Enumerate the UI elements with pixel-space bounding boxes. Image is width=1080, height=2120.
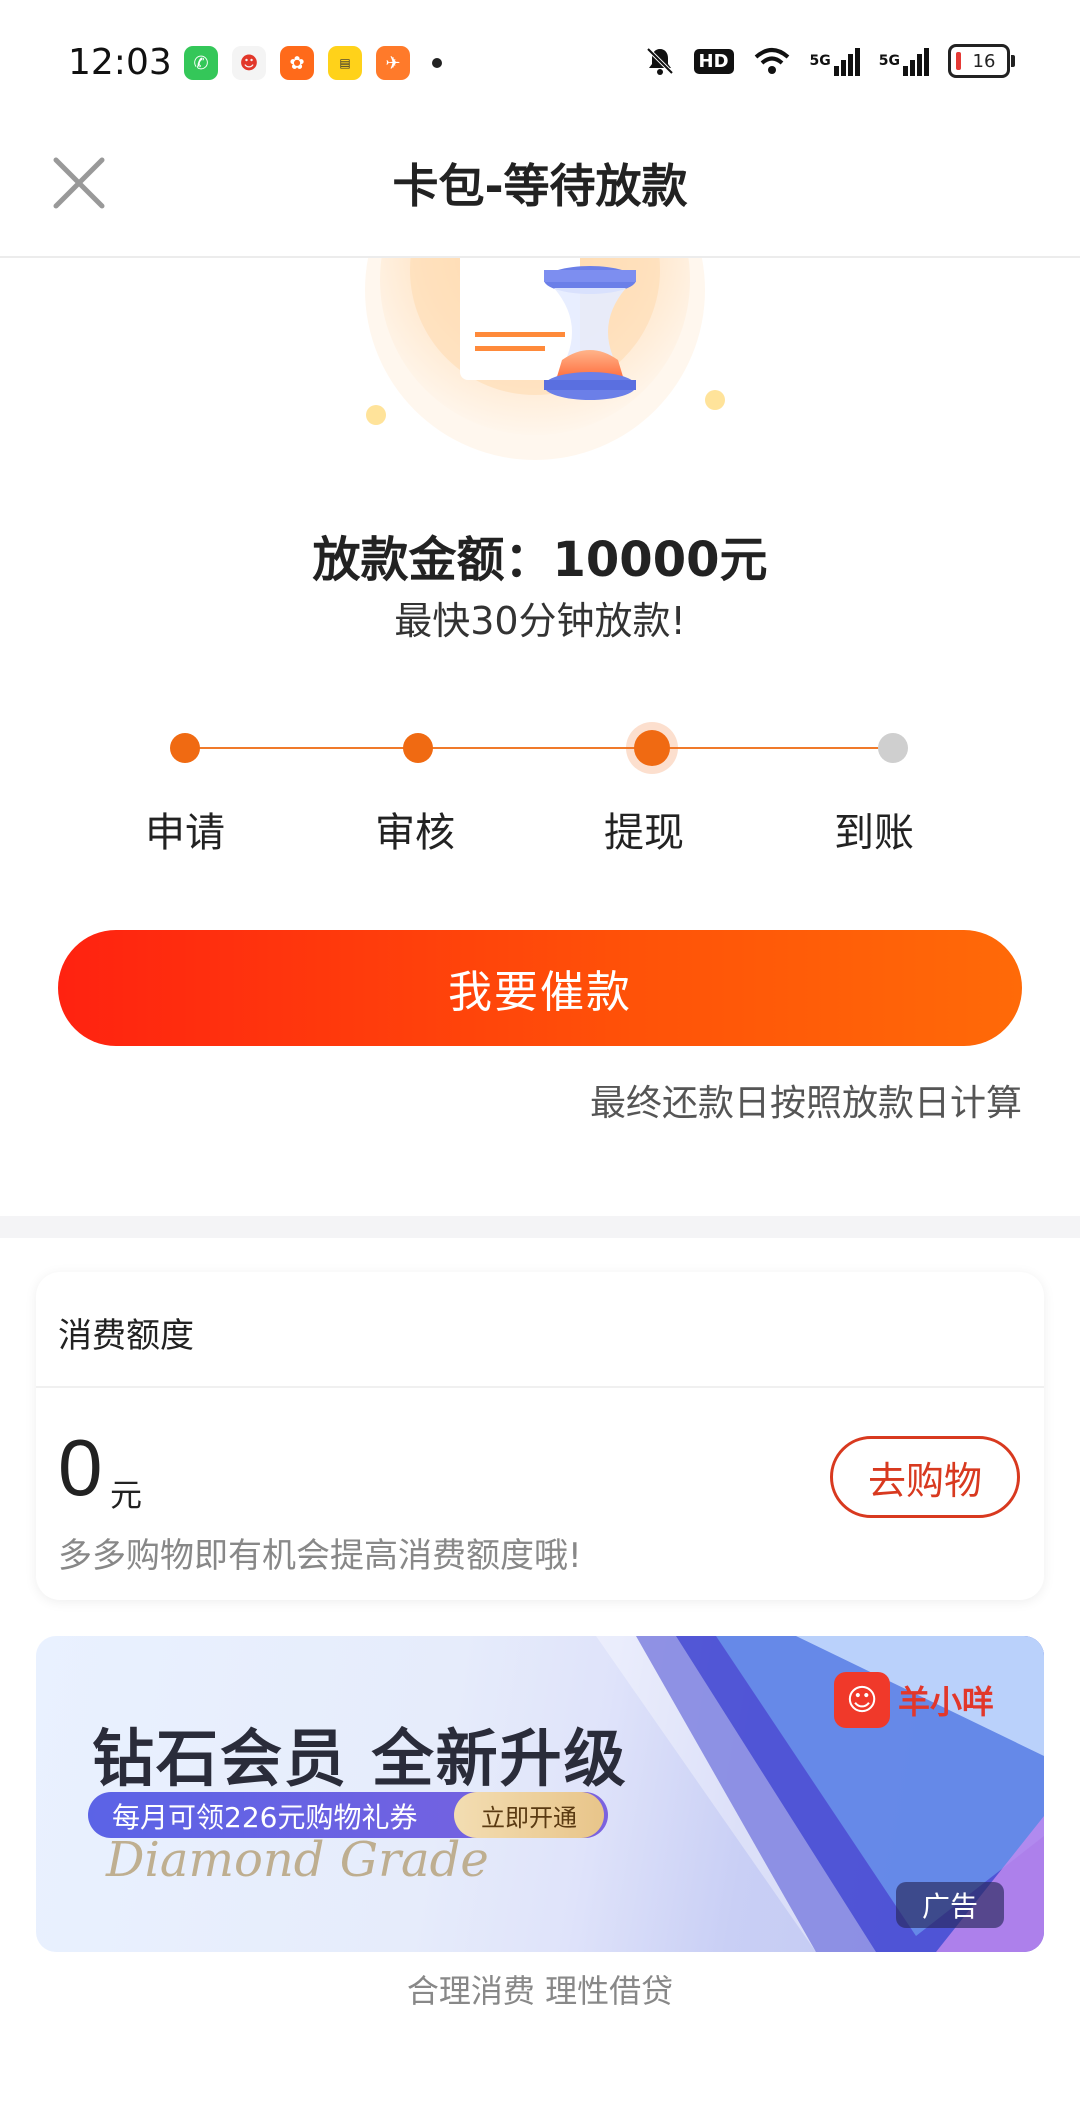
store-app-icon: ✿ [280,46,314,80]
step-dot-apply [170,733,200,763]
delivery-app-icon: ✈ [376,46,410,80]
banner-script-text: Diamond Grade [106,1832,489,1888]
brand-logo: ☺ 羊小咩 [833,1672,994,1728]
hd-icon: HD [693,44,734,78]
card-divider [36,1386,1044,1388]
loan-amount: 放款金额：10000元 [312,532,768,588]
banner-offer-text: 每月可领226元购物礼券 [112,1801,418,1834]
go-shopping-button[interactable]: 去购物 [830,1436,1020,1518]
step-label-arrived: 到账 [834,810,914,856]
credit-unit: 元 [110,1476,143,1514]
sheep-app-icon: ☻ [232,46,266,80]
repayment-note: 最终还款日按照放款日计算 [589,1083,1022,1124]
brand-name: 羊小咩 [897,1683,994,1721]
consumption-credit-card: 消费额度 0 元 多多购物即有机会提高消费额度哦! 去购物 [36,1272,1044,1600]
urge-loan-button[interactable]: 我要催款 [58,930,1022,1046]
signal-5g-icon: 5G [810,44,861,78]
loan-progress-steps: 申请 审核 提现 到账 [145,730,930,856]
battery-icon: 16 [948,44,1015,78]
mute-bell-icon [644,44,676,78]
step-label-review: 审核 [375,810,455,856]
sheep-mascot-icon: ☺ [833,1672,890,1728]
step-dot-withdraw [634,730,670,766]
status-time: 12:03 [68,42,172,83]
footer-slogan: 合理消费 理性借贷 [406,1972,674,2010]
battery-level: 16 [972,50,996,72]
step-label-apply: 申请 [145,810,225,856]
step-dot-review [403,733,433,763]
status-bar: 12:03 ✆ ☻ ✿ ▤ ✈ HD 5G 5G 16 [0,0,1080,130]
signal-5g-icon-2: 5G [879,44,930,78]
yellow-app-icon: ▤ [328,46,362,80]
section-divider [0,1216,1080,1238]
step-dot-arrived [878,733,908,763]
credit-card-title: 消费额度 [58,1316,194,1356]
system-icons: HD 5G 5G 16 [644,44,1015,78]
step-label-withdraw: 提现 [604,810,684,856]
wifi-icon [752,44,792,78]
notification-icons: ✆ ☻ ✿ ▤ ✈ [184,46,442,80]
banner-headline: 钻石会员 全新升级 [92,1722,628,1795]
ad-label: 广告 [896,1882,1004,1928]
loan-speed-text: 最快30分钟放款! [394,599,686,643]
credit-hint: 多多购物即有机会提高消费额度哦! [58,1536,582,1576]
progress-line [185,747,895,749]
page-header: 卡包-等待放款 [0,130,1080,258]
more-notifications-dot [432,58,442,68]
phone-app-icon: ✆ [184,46,218,80]
diamond-member-banner[interactable]: ☺ 羊小咩 钻石会员 全新升级 每月可领226元购物礼券 立即开通 Diamon… [36,1636,1044,1952]
credit-amount: 0 [58,1423,103,1512]
page-title: 卡包-等待放款 [392,159,688,213]
